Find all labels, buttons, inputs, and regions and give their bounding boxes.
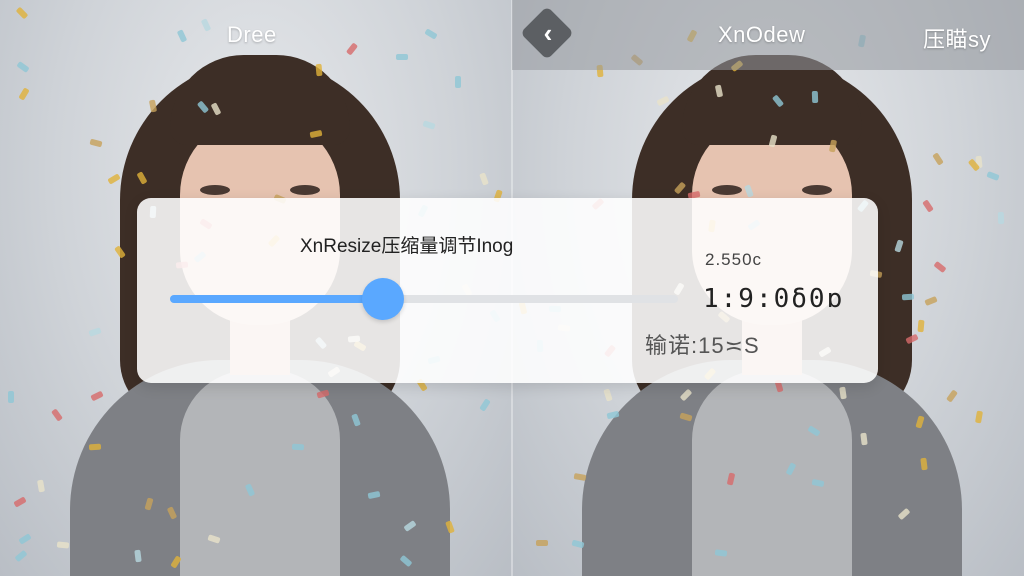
confetti-piece: [13, 496, 27, 508]
preview-title: XnOdew: [718, 22, 806, 47]
compression-panel: XnResize压缩量调节Inog 2.550c 1:9:0δ0ɒ 输诺:15≍…: [137, 198, 878, 383]
confetti-piece: [997, 211, 1005, 225]
confetti-piece: [37, 479, 45, 493]
confetti-piece: [315, 63, 323, 77]
confetti-piece: [811, 90, 819, 104]
confetti-piece: [16, 61, 30, 73]
confetti-piece: [88, 443, 102, 451]
confetti-piece: [134, 549, 142, 563]
chevron-left-icon: ‹: [543, 18, 553, 48]
confetti-piece: [479, 398, 491, 412]
confetti-piece: [18, 533, 32, 545]
confetti-piece: [975, 410, 983, 424]
compression-ratio-label: 1:9:0δ0ɒ: [703, 284, 845, 314]
confetti-piece: [917, 319, 925, 333]
confetti-piece: [176, 29, 188, 43]
confetti-piece: [14, 549, 28, 563]
confetti-piece: [291, 443, 305, 451]
panel-title: XnResize压缩量调节Inog: [300, 236, 514, 257]
confetti-piece: [455, 76, 461, 88]
compression-slider-fill: [170, 295, 384, 303]
file-size-label: 2.550c: [705, 250, 763, 269]
confetti-piece: [396, 54, 408, 60]
confetti-piece: [536, 540, 548, 546]
confetti-piece: [15, 6, 29, 20]
output-value-label: 输诺:15≍S: [645, 333, 760, 358]
compression-slider-thumb[interactable]: [362, 278, 405, 320]
confetti-piece: [200, 18, 212, 32]
confetti-piece: [714, 549, 728, 557]
confetti-piece: [56, 541, 70, 549]
confetti-piece: [860, 432, 868, 446]
confetti-piece: [18, 87, 30, 101]
left-pane-title: Dree: [227, 22, 277, 47]
compress-action-button[interactable]: 压瞄sy: [923, 22, 991, 54]
confetti-piece: [51, 408, 63, 422]
confetti-piece: [901, 293, 915, 301]
confetti-piece: [986, 171, 1000, 181]
confetti-piece: [573, 473, 587, 481]
confetti-piece: [920, 457, 928, 471]
confetti-piece: [8, 391, 14, 403]
compression-slider-track[interactable]: [170, 295, 678, 303]
confetti-piece: [424, 28, 438, 40]
confetti-piece: [479, 172, 489, 186]
